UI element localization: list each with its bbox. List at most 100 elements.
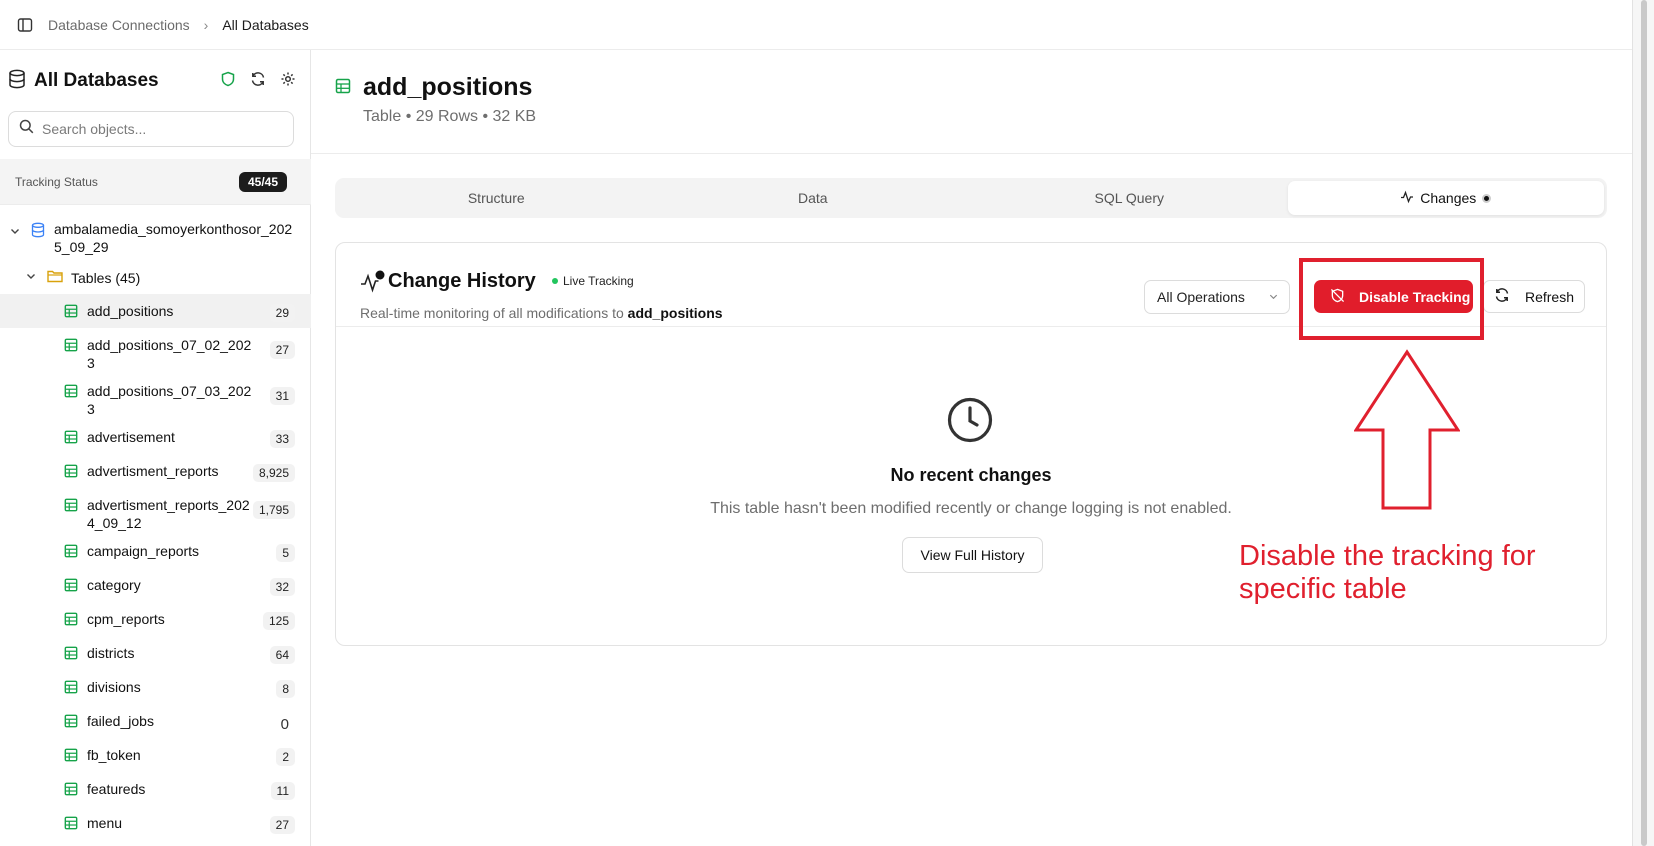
row-count-badge: 1,795 [252,501,295,519]
tracking-status-label: Tracking Status [15,174,98,189]
tracking-status-badge: 45/45 [238,171,287,192]
table-name: advertisment_reports [87,463,219,479]
shield-icon[interactable] [220,71,236,92]
row-count-badge: 0 [280,716,289,733]
table-name: districts [87,645,135,661]
scrollbar[interactable] [1632,0,1654,846]
search-input[interactable] [42,121,282,137]
table-row[interactable]: fb_token 2 [0,738,311,772]
chevron-right-icon: › [203,16,209,33]
table-row[interactable]: campaign_reports 5 [0,534,311,568]
table-row[interactable]: advertisment_reports_2024_09_12 1,795 [0,488,311,534]
object-tree: ambalamedia_somoyerkonthosor_2025_09_29 … [0,220,311,840]
table-row[interactable]: failed_jobs 0 [0,704,311,738]
table-row[interactable]: cpm_reports 125 [0,602,311,636]
description-table-name: add_positions [627,305,723,321]
table-row[interactable]: category 32 [0,568,311,602]
table-row[interactable]: menu 27 [0,806,311,840]
row-count-badge: 33 [269,430,295,448]
highlight-box [1299,258,1484,340]
table-name: add_positions_07_02_2023 [87,337,252,371]
tables-folder-label: Tables (45) [71,270,141,286]
table-icon [64,714,78,733]
table-name: add_positions_07_03_2023 [87,383,252,417]
table-icon [64,430,78,449]
description-text: Real-time monitoring of all modification… [360,305,624,321]
table-name: advertisement [87,429,175,445]
search-icon [19,119,34,139]
scrollbar-thumb[interactable] [1641,0,1647,846]
tab-changes[interactable]: Changes [1287,181,1604,215]
row-count-badge: 8,925 [252,464,295,482]
annotation-line-2: specific table [1239,573,1407,605]
view-full-history-button[interactable]: View Full History [902,537,1043,573]
table-name: failed_jobs [87,713,154,729]
table-row[interactable]: advertisment_reports 8,925 [0,454,311,488]
row-count-badge: 64 [269,646,295,664]
search-field[interactable] [8,111,294,147]
table-name: fb_token [87,747,141,763]
chevron-down-icon[interactable] [9,224,23,242]
row-count-badge: 27 [269,816,295,834]
top-bar: Database Connections › All Databases [0,0,1632,50]
operations-select-value: All Operations [1157,289,1245,305]
database-icon [8,69,26,94]
table-row[interactable]: advertisement 33 [0,420,311,454]
table-row[interactable]: add_positions_07_03_2023 31 [0,374,311,420]
tables-folder[interactable]: Tables (45) [0,262,311,294]
live-tracking-label: Live Tracking [563,274,634,288]
sidebar: All Databases Tracking Status 45/45 [0,50,311,846]
activity-icon [360,269,386,300]
table-row[interactable]: divisions 8 [0,670,311,704]
row-count-badge: 8 [276,680,295,698]
table-icon [64,464,78,483]
chevron-down-icon[interactable] [25,269,37,287]
table-icon [64,612,78,631]
annotation-text: Disable the tracking for specific table [1239,540,1579,606]
page-subtitle: Table • 29 Rows • 32 KB [363,108,537,125]
tab-sql-query[interactable]: SQL Query [971,181,1288,215]
table-icon [64,578,78,597]
folder-icon [47,269,63,288]
table-icon [64,816,78,835]
operations-select[interactable]: All Operations [1144,280,1290,314]
table-row[interactable]: add_positions_07_02_2023 27 [0,328,311,374]
row-count-badge: 5 [276,544,295,562]
table-row[interactable]: districts 64 [0,636,311,670]
table-icon [64,384,78,403]
sidebar-toggle-icon[interactable] [16,16,34,34]
change-history-title: Change History [388,270,536,292]
table-header: add_positions Table • 29 Rows • 32 KB [311,50,1632,154]
tab-bar: Structure Data SQL Query Changes [335,178,1607,218]
table-row[interactable]: add_positions 29 [0,294,311,328]
row-count-badge: 32 [269,578,295,596]
table-icon [64,304,78,323]
row-count-badge: 27 [269,341,295,359]
table-name: featureds [87,781,146,797]
gear-icon[interactable] [280,71,296,92]
refresh-button[interactable]: Refresh [1483,280,1585,313]
table-icon [64,782,78,801]
table-icon [335,78,351,99]
table-name: divisions [87,679,141,695]
breadcrumb-database-connections[interactable]: Database Connections [48,17,190,33]
table-name: menu [87,815,123,831]
row-count-badge: 11 [270,782,295,800]
table-icon [64,338,78,357]
live-dot [552,278,558,284]
page-title: add_positions [363,73,533,101]
row-count-badge: 31 [269,387,295,405]
tab-data[interactable]: Data [655,181,972,215]
tab-structure[interactable]: Structure [338,181,655,215]
database-name: ambalamedia_somoyerkonthosor_2025_09_29 [54,221,293,255]
table-row[interactable]: featureds 11 [0,772,311,806]
change-history-description: Real-time monitoring of all modification… [360,305,723,321]
table-name: cpm_reports [87,611,165,627]
tracking-status: Tracking Status 45/45 [0,159,311,205]
table-name: add_positions [87,303,174,319]
tab-changes-label: Changes [1420,190,1477,206]
database-node[interactable]: ambalamedia_somoyerkonthosor_2025_09_29 [0,220,311,262]
annotation-line-1: Disable the tracking for [1239,540,1536,572]
refresh-icon[interactable] [250,71,266,92]
table-icon [64,748,78,767]
